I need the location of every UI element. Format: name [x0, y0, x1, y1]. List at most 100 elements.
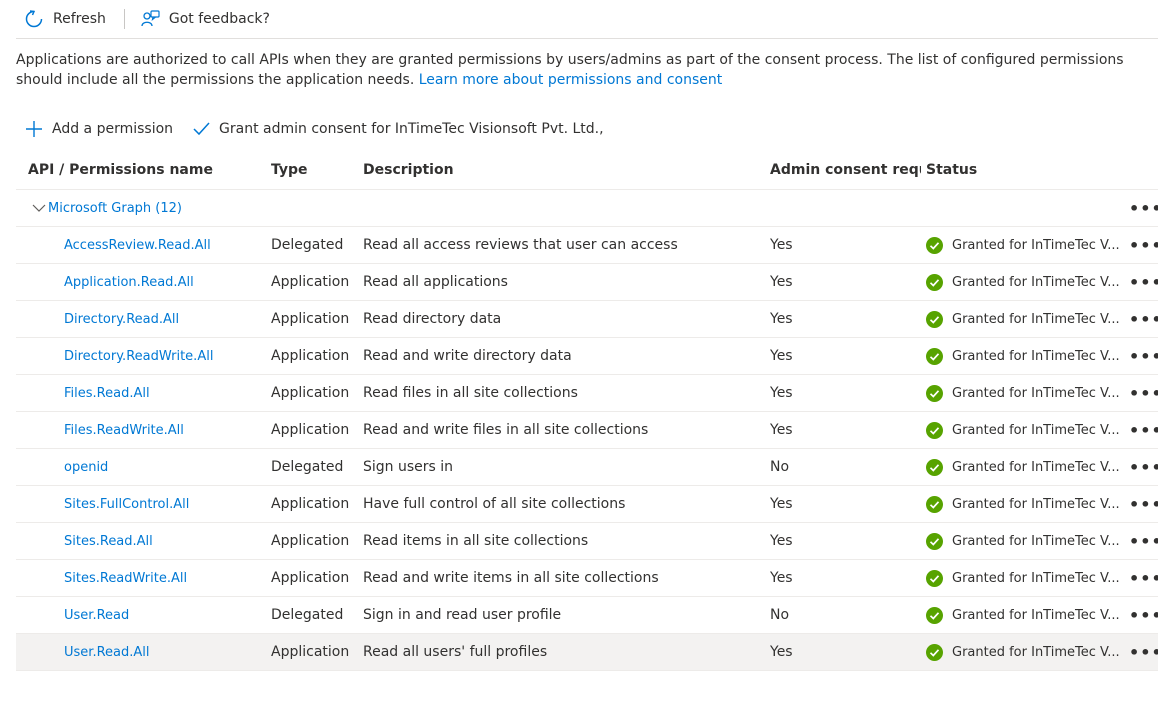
permission-name-link[interactable]: Sites.FullControl.All — [64, 497, 189, 512]
table-row[interactable]: Files.Read.All Application Read files in… — [16, 374, 1158, 412]
row-more-button[interactable]: ••• — [1129, 485, 1158, 523]
table-row[interactable]: AccessReview.Read.All Delegated Read all… — [16, 226, 1158, 264]
command-bar: Refresh Got feedback? — [16, 0, 1158, 39]
feedback-label: Got feedback? — [168, 11, 270, 27]
permission-type: Application — [259, 374, 351, 412]
more-icon: ••• — [1129, 642, 1158, 662]
table-row[interactable]: Sites.Read.All Application Read items in… — [16, 522, 1158, 560]
status-text: Granted for InTimeTec V... — [952, 644, 1120, 660]
more-icon: ••• — [1129, 531, 1158, 551]
add-permission-button[interactable]: Add a permission — [24, 119, 173, 139]
status-text: Granted for InTimeTec V... — [952, 237, 1120, 253]
status-text: Granted for InTimeTec V... — [952, 348, 1120, 364]
learn-more-link[interactable]: Learn more about permissions and consent — [419, 72, 723, 88]
status-badge: Granted for InTimeTec V... — [926, 643, 1129, 661]
check-circle-icon — [926, 310, 943, 328]
more-icon: ••• — [1129, 272, 1158, 292]
table-row[interactable]: Files.ReadWrite.All Application Read and… — [16, 411, 1158, 449]
group-more-button[interactable]: ••• — [1129, 189, 1158, 227]
permission-description: Sign users in — [351, 448, 758, 486]
permission-name-link[interactable]: Files.ReadWrite.All — [64, 423, 184, 438]
row-more-button[interactable]: ••• — [1129, 559, 1158, 597]
row-more-button[interactable]: ••• — [1129, 263, 1158, 301]
permission-description: Read and write directory data — [351, 337, 758, 375]
admin-consent-required: No — [758, 596, 921, 634]
refresh-label: Refresh — [53, 11, 106, 27]
row-more-button[interactable]: ••• — [1129, 300, 1158, 338]
column-header-status[interactable]: Status — [921, 150, 1129, 190]
row-more-button[interactable]: ••• — [1129, 633, 1158, 671]
permission-type: Delegated — [259, 226, 351, 264]
permission-name-cell: openid — [16, 448, 259, 486]
feedback-button[interactable]: Got feedback? — [140, 0, 270, 38]
table-row[interactable]: Directory.Read.All Application Read dire… — [16, 300, 1158, 338]
row-more-button[interactable]: ••• — [1129, 374, 1158, 412]
column-header-admin-consent[interactable]: Admin consent requ... — [758, 150, 921, 190]
check-circle-icon — [926, 495, 943, 513]
status-text: Granted for InTimeTec V... — [952, 274, 1120, 290]
status-cell: Granted for InTimeTec V... — [921, 411, 1129, 449]
column-header-type[interactable]: Type — [259, 150, 351, 190]
permission-name-link[interactable]: Directory.ReadWrite.All — [64, 349, 213, 364]
group-toggle[interactable]: Microsoft Graph (12) — [30, 201, 1129, 216]
permission-name-link[interactable]: Application.Read.All — [64, 275, 194, 290]
row-more-button[interactable]: ••• — [1129, 337, 1158, 375]
permission-name-link[interactable]: Files.Read.All — [64, 386, 150, 401]
permission-name-cell: Files.Read.All — [16, 374, 259, 412]
check-circle-icon — [926, 569, 943, 587]
status-cell: Granted for InTimeTec V... — [921, 596, 1129, 634]
status-text: Granted for InTimeTec V... — [952, 459, 1120, 475]
permission-description: Read all access reviews that user can ac… — [351, 226, 758, 264]
status-text: Granted for InTimeTec V... — [952, 496, 1120, 512]
status-text: Granted for InTimeTec V... — [952, 422, 1120, 438]
permission-type: Application — [259, 522, 351, 560]
permission-name-link[interactable]: Sites.ReadWrite.All — [64, 571, 187, 586]
refresh-button[interactable]: Refresh — [24, 0, 106, 38]
permission-type: Application — [259, 411, 351, 449]
intro-text: Applications are authorized to call APIs… — [16, 50, 1156, 90]
permission-name-link[interactable]: Directory.Read.All — [64, 312, 179, 327]
group-label: Microsoft Graph (12) — [48, 200, 182, 216]
permission-name-link[interactable]: AccessReview.Read.All — [64, 238, 211, 253]
more-icon: ••• — [1129, 309, 1158, 329]
status-cell: Granted for InTimeTec V... — [921, 374, 1129, 412]
table-row[interactable]: Application.Read.All Application Read al… — [16, 263, 1158, 301]
permission-type: Application — [259, 263, 351, 301]
permission-name-cell: Sites.ReadWrite.All — [16, 559, 259, 597]
check-circle-icon — [926, 458, 943, 476]
status-badge: Granted for InTimeTec V... — [926, 273, 1129, 291]
permission-name-link[interactable]: User.Read — [64, 608, 129, 623]
row-more-button[interactable]: ••• — [1129, 411, 1158, 449]
group-row-microsoft-graph: Microsoft Graph (12) ••• — [16, 189, 1158, 227]
row-more-button[interactable]: ••• — [1129, 226, 1158, 264]
grant-admin-consent-button[interactable]: Grant admin consent for InTimeTec Vision… — [191, 119, 604, 139]
permission-name-link[interactable]: User.Read.All — [64, 645, 149, 660]
row-more-button[interactable]: ••• — [1129, 522, 1158, 560]
permission-name-link[interactable]: Sites.Read.All — [64, 534, 153, 549]
permission-description: Read all users' full profiles — [351, 633, 758, 671]
status-badge: Granted for InTimeTec V... — [926, 606, 1129, 624]
table-row[interactable]: Directory.ReadWrite.All Application Read… — [16, 337, 1158, 375]
column-header-name[interactable]: API / Permissions name — [16, 150, 259, 190]
column-header-actions — [1129, 150, 1158, 190]
table-row[interactable]: User.Read.All Application Read all users… — [16, 633, 1158, 671]
toolbar-divider — [123, 9, 125, 29]
admin-consent-required: Yes — [758, 300, 921, 338]
permission-type: Delegated — [259, 448, 351, 486]
table-row[interactable]: User.Read Delegated Sign in and read use… — [16, 596, 1158, 634]
table-row[interactable]: Sites.ReadWrite.All Application Read and… — [16, 559, 1158, 597]
table-row[interactable]: Sites.FullControl.All Application Have f… — [16, 485, 1158, 523]
table-row[interactable]: openid Delegated Sign users in No Grante… — [16, 448, 1158, 486]
row-more-button[interactable]: ••• — [1129, 448, 1158, 486]
refresh-icon — [25, 10, 43, 28]
permission-name-link[interactable]: openid — [64, 460, 108, 475]
permission-name-cell: Directory.Read.All — [16, 300, 259, 338]
admin-consent-required: No — [758, 448, 921, 486]
column-header-description[interactable]: Description — [351, 150, 758, 190]
more-icon: ••• — [1129, 235, 1158, 255]
row-more-button[interactable]: ••• — [1129, 596, 1158, 634]
permission-actions: Add a permission Grant admin consent for… — [16, 114, 622, 144]
status-cell: Granted for InTimeTec V... — [921, 300, 1129, 338]
check-circle-icon — [926, 347, 943, 365]
more-icon: ••• — [1129, 420, 1158, 440]
